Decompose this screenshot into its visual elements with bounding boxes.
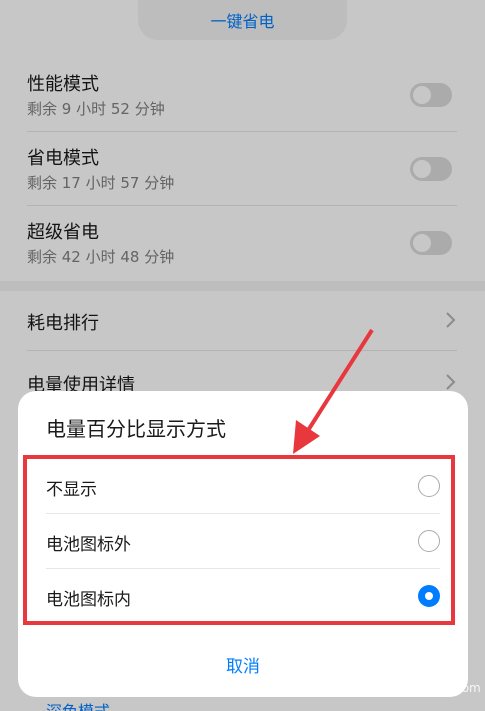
highlight-box bbox=[23, 455, 455, 625]
cancel-button[interactable]: 取消 bbox=[158, 644, 328, 684]
watermark-sub: jingyan.baidu.com bbox=[370, 681, 481, 695]
watermark-logo: Bai jingyan.baidu.com bbox=[370, 655, 481, 700]
battery-percentage-dialog: 电量百分比显示方式 不显示 电池图标外 电池图标内 取消 bbox=[18, 391, 468, 697]
watermark-text: Bai bbox=[398, 657, 434, 681]
dialog-title: 电量百分比显示方式 bbox=[46, 417, 226, 441]
